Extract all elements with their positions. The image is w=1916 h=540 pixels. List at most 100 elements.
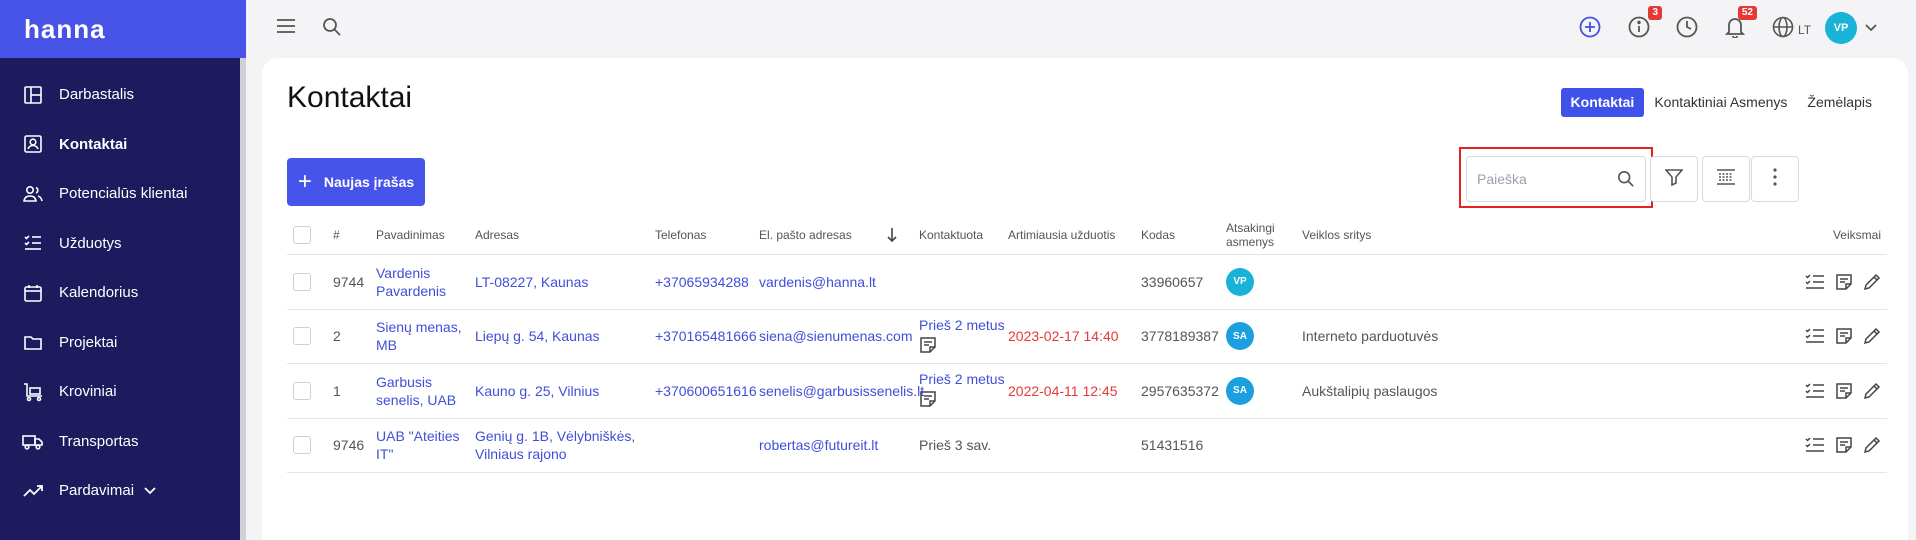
row-checkbox[interactable] [293,436,311,455]
sort-arrow-down-icon[interactable] [887,216,897,254]
columns-button[interactable] [1702,156,1750,202]
sidebar-item-pardavimai[interactable]: Pardavimai [0,466,246,516]
tab-kontaktiniai-asmenys[interactable]: Kontaktiniai Asmenys [1644,88,1797,117]
row-checkbox[interactable] [293,272,311,291]
sidebar-item-kalendorius[interactable]: Kalendorius [0,268,246,318]
header-address[interactable]: Adresas [475,216,519,254]
row-name-line2[interactable]: IT" [376,445,393,463]
row-name-line2[interactable]: Pavardenis [376,282,446,300]
row-address-text[interactable]: Liepų g. 54, Kaunas [475,327,600,345]
info-button[interactable]: 3 [1628,6,1662,43]
row-email-text[interactable]: vardenis@hanna.lt [759,273,876,291]
row-name[interactable]: Sienų menas, MB [376,310,462,364]
row-email-text[interactable]: senelis@garbusissenelis.lt [759,382,924,400]
row-email-text[interactable]: siena@sienumenas.com [759,327,913,345]
sidebar-item-uzduotys[interactable]: Užduotys [0,219,246,269]
row-name-line1[interactable]: Sienų menas, [376,318,462,336]
sidebar-item-potencialus-klientai[interactable]: Potencialūs klientai [0,169,246,219]
notifications-button[interactable]: 52 [1724,6,1757,43]
header-next-task[interactable]: Artimiausia užduotis [1008,216,1115,254]
row-contacted[interactable]: Prieš 2 metus [919,310,1005,364]
note-icon[interactable] [1835,273,1853,291]
edit-pencil-icon[interactable] [1863,436,1881,454]
row-email-text[interactable]: robertas@futureit.lt [759,436,878,454]
language-selector[interactable]: LT [1772,16,1811,43]
row-address[interactable]: Liepų g. 54, Kaunas [475,310,600,364]
more-options-button[interactable] [1751,156,1799,202]
header-industry[interactable]: Veiklos sritys [1302,216,1371,254]
row-phone[interactable]: +370600651616 [655,364,757,418]
row-checkbox[interactable] [293,327,311,346]
row-name-line1[interactable]: Vardenis [376,264,430,282]
row-phone[interactable]: +37065934288 [655,255,749,309]
row-address[interactable]: LT-08227, Kaunas [475,255,588,309]
row-phone-text[interactable]: +37065934288 [655,273,749,291]
tasks-icon[interactable] [1805,436,1825,454]
tasks-icon[interactable] [1805,273,1825,291]
tab-zemelapis[interactable]: Žemėlapis [1797,88,1882,117]
sidebar-item-darbastalis[interactable]: Darbastalis [0,70,246,120]
note-icon[interactable] [1835,327,1853,345]
filter-button[interactable] [1650,156,1698,202]
row-contacted[interactable]: Prieš 2 metus [919,364,1005,418]
note-icon[interactable] [1835,382,1853,400]
global-search-button[interactable] [322,17,342,42]
row-name[interactable]: Vardenis Pavardenis [376,255,446,309]
menu-toggle-button[interactable] [276,18,296,39]
sidebar-scrollbar[interactable] [240,58,246,540]
row-email[interactable]: robertas@futureit.lt [759,419,878,473]
row-phone-text[interactable]: +370600651616 [655,382,757,400]
row-checkbox[interactable] [293,381,311,400]
table-row[interactable]: 9746 UAB "Ateities IT" Genių g. 1B, Vėly… [287,419,1887,473]
sidebar-item-projektai[interactable]: Projektai [0,318,246,368]
tasks-icon[interactable] [1805,327,1825,345]
user-menu[interactable]: VP [1825,12,1877,44]
header-email[interactable]: El. pašto adresas [759,216,852,254]
sidebar-item-kontaktai[interactable]: Kontaktai [0,120,246,170]
row-address[interactable]: Kauno g. 25, Vilnius [475,364,599,418]
row-email[interactable]: vardenis@hanna.lt [759,255,876,309]
row-name-line1[interactable]: Garbusis [376,373,432,391]
add-new-button[interactable] [1579,16,1601,43]
edit-pencil-icon[interactable] [1863,273,1881,291]
row-address-line2[interactable]: Vilniaus rajono [475,445,567,463]
header-phone[interactable]: Telefonas [655,216,706,254]
responsible-avatar[interactable]: VP [1226,267,1254,296]
note-icon[interactable] [1835,436,1853,454]
row-name-line2[interactable]: senelis, UAB [376,391,456,409]
row-address-text[interactable]: LT-08227, Kaunas [475,273,588,291]
tab-kontaktai[interactable]: Kontaktai [1560,87,1645,117]
table-row[interactable]: 1 Garbusis senelis, UAB Kauno g. 25, Vil… [287,364,1887,419]
responsible-avatar[interactable]: SA [1226,322,1254,351]
row-address[interactable]: Genių g. 1B, Vėlybniškės, Vilniaus rajon… [475,419,635,473]
tasks-icon[interactable] [1805,382,1825,400]
table-row[interactable]: 2 Sienų menas, MB Liepų g. 54, Kaunas +3… [287,310,1887,364]
table-row[interactable]: 9744 Vardenis Pavardenis LT-08227, Kauna… [287,255,1887,310]
responsible-avatar[interactable]: SA [1226,376,1254,405]
row-email[interactable]: siena@sienumenas.com [759,310,913,364]
row-email[interactable]: senelis@garbusissenelis.lt [759,364,924,418]
row-contacted-text[interactable]: Prieš 2 metus [919,370,1005,388]
row-name[interactable]: Garbusis senelis, UAB [376,364,456,418]
row-address-text[interactable]: Kauno g. 25, Vilnius [475,382,599,400]
history-button[interactable] [1676,16,1698,43]
row-contacted-text[interactable]: Prieš 2 metus [919,316,1005,334]
row-phone[interactable]: +370165481666 [655,310,757,364]
edit-pencil-icon[interactable] [1863,382,1881,400]
row-address-line1[interactable]: Genių g. 1B, Vėlybniškės, [475,427,635,445]
header-name[interactable]: Pavadinimas [376,216,445,254]
row-phone-text[interactable]: +370165481666 [655,327,757,345]
header-contacted[interactable]: Kontaktuota [919,216,983,254]
edit-pencil-icon[interactable] [1863,327,1881,345]
note-icon[interactable] [919,336,937,357]
row-name[interactable]: UAB "Ateities IT" [376,419,460,473]
row-name-line1[interactable]: UAB "Ateities [376,427,460,445]
row-name-line2[interactable]: MB [376,336,397,354]
select-all-checkbox[interactable] [293,226,311,244]
new-record-button[interactable]: + Naujas įrašas [287,158,425,206]
brand-logo[interactable]: hanna [0,0,246,58]
sidebar-item-kroviniai[interactable]: Kroviniai [0,367,246,417]
header-code[interactable]: Kodas [1141,216,1175,254]
note-icon[interactable] [919,390,937,411]
sidebar-item-transportas[interactable]: Transportas [0,417,246,467]
